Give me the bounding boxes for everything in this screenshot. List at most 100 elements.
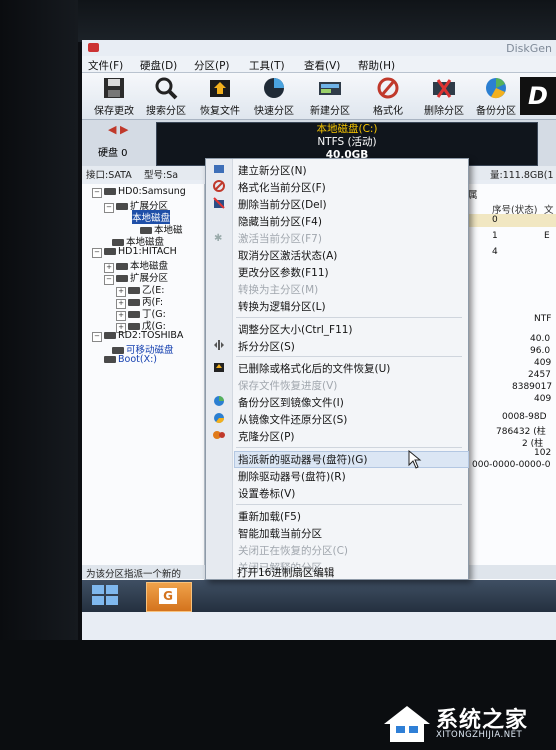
collapse-icon[interactable]: − (104, 275, 114, 285)
menu-separator (236, 447, 462, 448)
tree-item-hd0[interactable]: − HD0:Samsung (92, 186, 186, 198)
menu-file[interactable]: 文件(F) (88, 58, 123, 73)
menu-item-to-logical[interactable]: 转换为逻辑分区(L) (238, 299, 326, 314)
menu-item-set-label[interactable]: 设置卷标(V) (238, 486, 295, 501)
disk-icon (104, 248, 116, 255)
app-icon (88, 43, 99, 52)
menu-item-split[interactable]: 拆分分区(S) (238, 339, 295, 354)
delete-icon (213, 197, 225, 209)
menu-tools[interactable]: 工具(T) (249, 58, 285, 73)
new-partition-button[interactable]: 新建分区 (304, 76, 356, 117)
menu-item-new-partition[interactable]: 建立新分区(N) (238, 163, 307, 178)
format-label: 格式化 (373, 106, 403, 117)
menu-item-backup-image[interactable]: 备份分区到镜像文件(I) (238, 395, 344, 410)
partition-icon (128, 323, 140, 330)
tab-properties[interactable]: 属 (468, 187, 478, 201)
menu-item-format[interactable]: 格式化当前分区(F) (238, 180, 326, 195)
partition-icon (116, 263, 128, 270)
diskgenius-logo: D (520, 77, 556, 115)
usb-icon (112, 347, 124, 354)
backup-partition-button[interactable]: 备份分区 (470, 76, 522, 117)
disk-tree: − HD0:Samsung − 扩展分区 本地磁盘 本地磁 本地磁盘 − HD1:HI… (82, 184, 205, 584)
menu-separator (236, 317, 462, 318)
detail-3: 409 (534, 358, 552, 368)
menu-item-assign-drive-letter[interactable]: 指派新的驱动器号(盘符)(G) (234, 451, 469, 468)
menu-item-close-recovering[interactable]: 关闭正在恢复的分区(C) (238, 543, 348, 558)
quick-partition-label: 快速分区 (254, 106, 294, 117)
row-2-seq[interactable]: 4 (492, 247, 498, 257)
detail-5: 8389017 (512, 382, 553, 392)
menu-item-restore-image[interactable]: 从镜像文件还原分区(S) (238, 412, 347, 427)
row-1-seq[interactable]: 1 (492, 231, 498, 241)
taskbar-diskgenius-button[interactable]: G (146, 582, 192, 612)
new-partition-label: 新建分区 (310, 106, 350, 117)
menu-item-reload[interactable]: 重新加载(F5) (238, 509, 301, 524)
monitor-bezel-left (0, 0, 78, 750)
tree-item-boot[interactable]: Boot(X:) (104, 354, 157, 365)
menu-view[interactable]: 查看(V) (304, 58, 340, 73)
partition-icon (128, 311, 140, 318)
format-icon (213, 180, 225, 192)
delete-icon (431, 76, 457, 100)
menu-item-delete[interactable]: 删除当前分区(Del) (238, 197, 327, 212)
new-partition-icon (214, 165, 224, 173)
collapse-icon[interactable]: − (92, 188, 102, 198)
tree-item-rd2[interactable]: − RD2:TOSHIBA (92, 330, 183, 342)
quick-partition-button[interactable]: 快速分区 (248, 76, 300, 117)
menu-item-change-params[interactable]: 更改分区参数(F11) (238, 265, 329, 280)
menu-item-remove-drive-letter[interactable]: 删除驱动器号(盘符)(R) (238, 469, 346, 484)
disk-icon (104, 188, 116, 195)
windows-taskbar: G (82, 580, 556, 612)
split-icon (214, 340, 224, 350)
collapse-icon[interactable]: − (104, 203, 114, 213)
house-logo-icon (384, 706, 430, 742)
row-1-file[interactable]: E (544, 231, 550, 241)
monitor-bezel-top (0, 0, 556, 42)
tree-label: HD1:HITACH (118, 246, 177, 257)
recover-files-button[interactable]: 恢复文件 (194, 76, 246, 117)
partition-context-menu: 建立新分区(N) 格式化当前分区(F) 删除当前分区(Del) 隐藏当前分区(F… (205, 158, 469, 580)
backup-icon (214, 396, 224, 406)
format-button[interactable]: 格式化 (362, 76, 414, 117)
detail-10: 102 (534, 448, 552, 458)
menu-item-resize[interactable]: 调整分区大小(Ctrl_F11) (238, 322, 353, 337)
detail-2: 96.0 (530, 346, 551, 356)
menu-item-hide[interactable]: 隐藏当前分区(F4) (238, 214, 322, 229)
tree-item-hd1[interactable]: − HD1:HITACH (92, 246, 177, 258)
menu-partition[interactable]: 分区(P) (194, 58, 230, 73)
menu-separator (236, 356, 462, 357)
search-partition-label: 搜索分区 (146, 106, 186, 117)
collapse-icon[interactable]: − (92, 248, 102, 258)
disk-nav-arrows-icon[interactable]: ◀ ▶ (108, 123, 128, 136)
detail-6: 409 (534, 394, 552, 404)
mouse-cursor-icon (408, 450, 422, 469)
menu-disk[interactable]: 硬盘(D) (140, 58, 177, 73)
activate-icon: ✱ (214, 233, 222, 243)
disk-icon (116, 203, 128, 210)
partition-fs: NTFS (活动) (317, 136, 377, 148)
partition-icon (128, 287, 140, 294)
detail-11: 000-0000-0000-0 (472, 460, 551, 470)
status-text: 为该分区指派一个新的 (86, 569, 182, 580)
menu-item-to-primary[interactable]: 转换为主分区(M) (238, 282, 318, 297)
menu-item-deactivate[interactable]: 取消分区激活状态(A) (238, 248, 337, 263)
backup-partition-label: 备份分区 (476, 106, 516, 117)
menu-item-clone[interactable]: 克隆分区(P) (238, 429, 295, 444)
watermark-subtitle: XITONGZHIJIA.NET (436, 730, 523, 740)
menu-item-save-recovery[interactable]: 保存文件恢复进度(V) (238, 378, 337, 393)
svg-text:✱: ✱ (214, 233, 222, 243)
delete-partition-button[interactable]: 删除分区 (418, 76, 470, 117)
clone-icon (213, 431, 225, 439)
menu-item-hex-editor[interactable]: 打开16进制扇区编辑 (237, 565, 334, 580)
menu-item-smart-load[interactable]: 智能加载当前分区 (238, 526, 322, 541)
menu-item-file-recovery[interactable]: 已删除或格式化后的文件恢复(U) (238, 361, 390, 376)
menu-help[interactable]: 帮助(H) (358, 58, 395, 73)
menu-item-activate[interactable]: 激活当前分区(F7) (238, 231, 322, 246)
search-partition-button[interactable]: 搜索分区 (140, 76, 192, 117)
collapse-icon[interactable]: − (92, 332, 102, 342)
save-changes-button[interactable]: 保存更改 (88, 76, 140, 117)
delete-partition-label: 删除分区 (424, 106, 464, 117)
interface-text: 接口:SATA (86, 170, 132, 181)
windows-start-icon[interactable] (92, 585, 120, 607)
row-0-seq[interactable]: 0 (492, 215, 498, 225)
